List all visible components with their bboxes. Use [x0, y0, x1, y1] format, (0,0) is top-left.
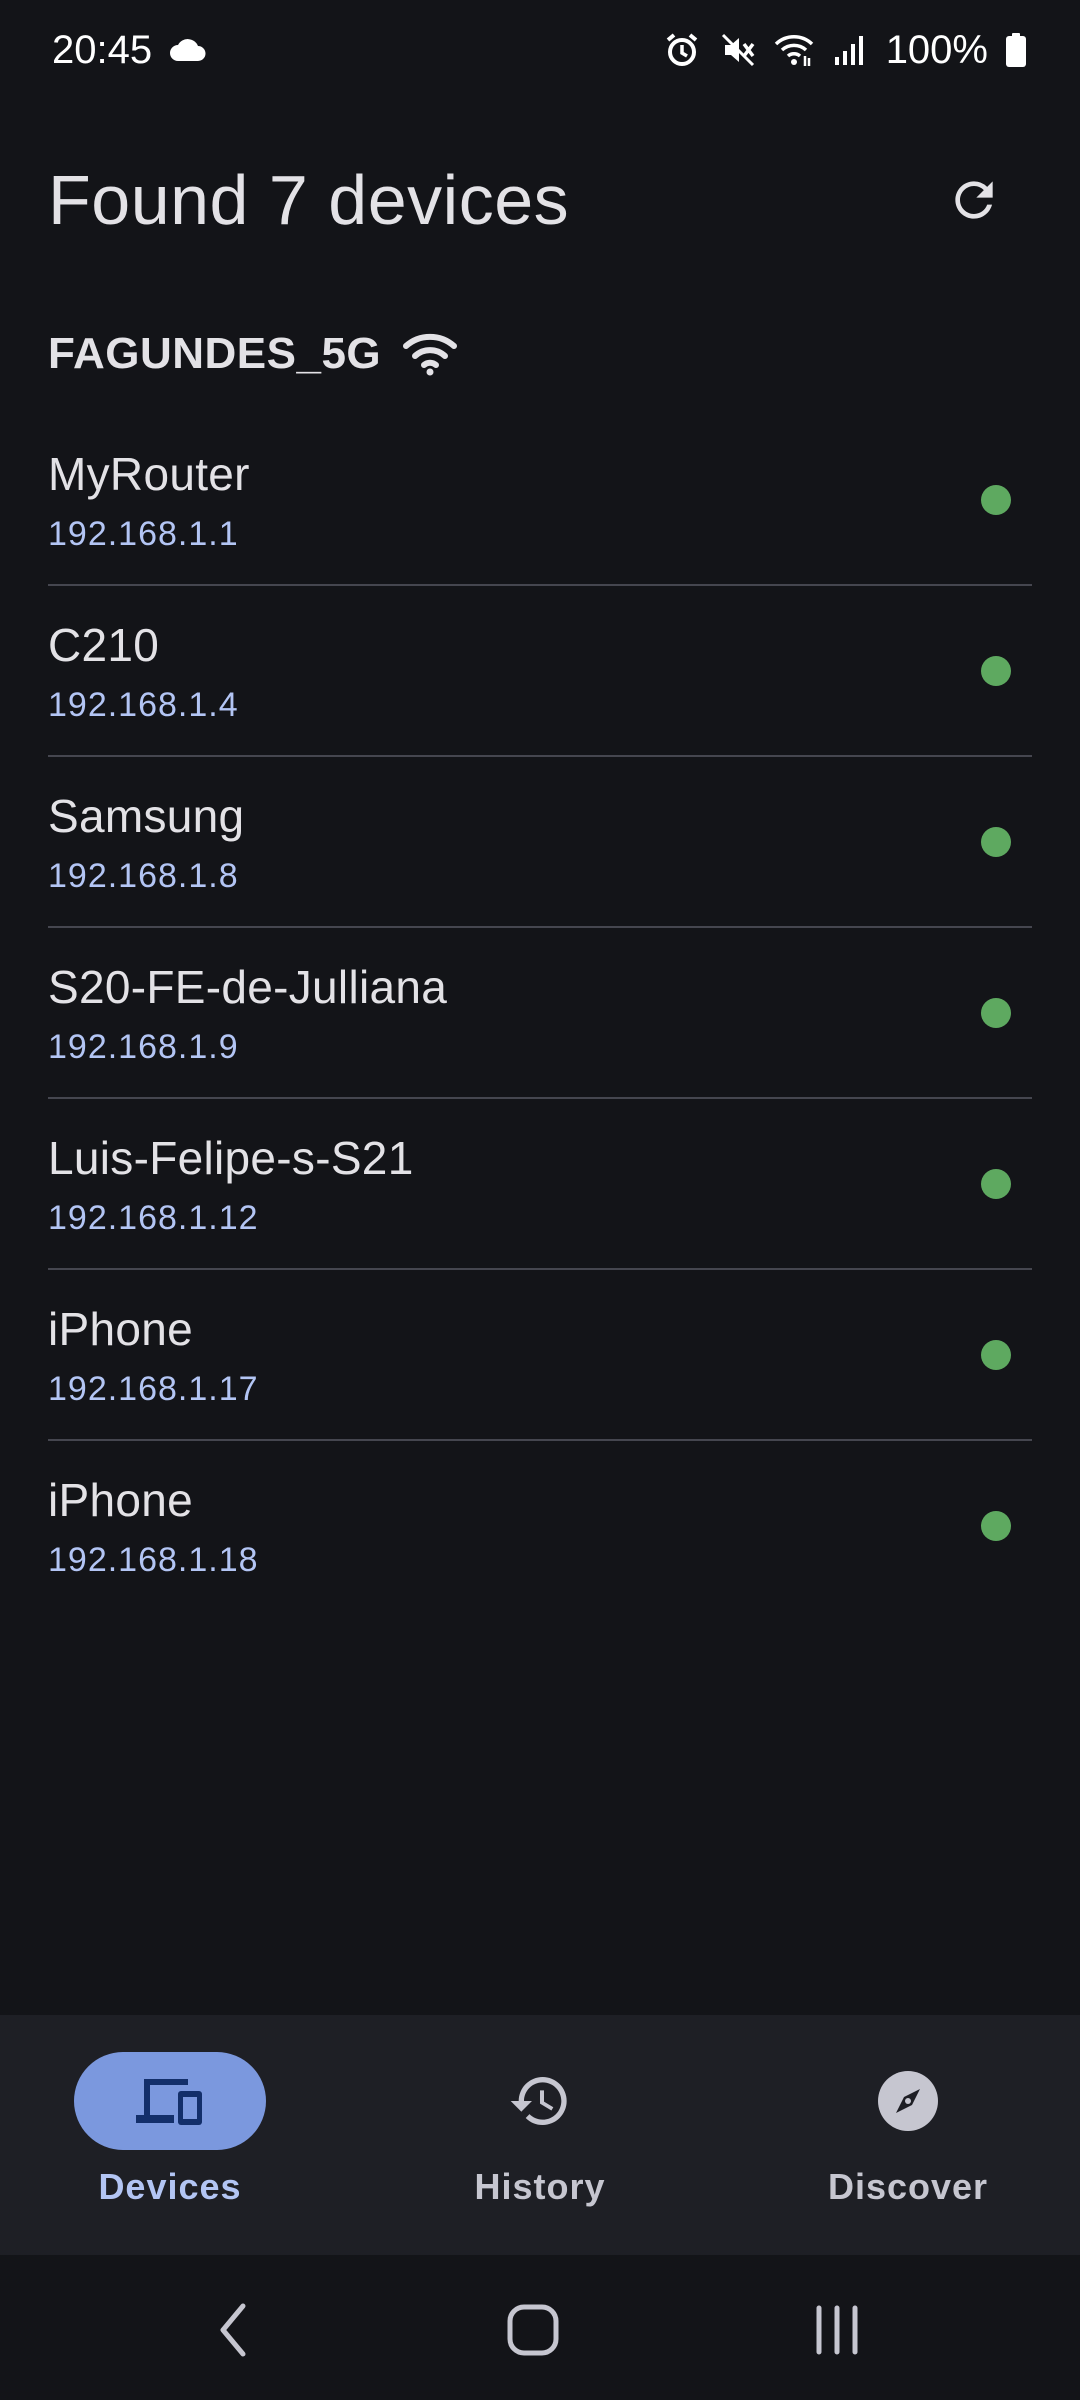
clock: 20:45: [52, 27, 153, 72]
nav-discover[interactable]: Discover: [758, 2015, 1058, 2255]
device-ip: 192.168.1.8: [48, 857, 239, 895]
device-row[interactable]: Luis-Felipe-s-S21 192.168.1.12: [48, 1099, 1032, 1270]
nav-label: Devices: [98, 2166, 242, 2207]
signal-icon: [830, 30, 870, 70]
status-left: 20:45: [52, 28, 208, 73]
online-status-dot: [981, 485, 1011, 515]
refresh-button[interactable]: [924, 150, 1024, 250]
device-name: C210: [48, 619, 160, 671]
battery-icon: [1004, 30, 1028, 70]
online-status-dot: [981, 656, 1011, 686]
history-icon: [510, 2077, 567, 2125]
device-name: Luis-Felipe-s-S21: [48, 1132, 414, 1184]
nav-active-indicator: [74, 2052, 266, 2150]
device-name: MyRouter: [48, 448, 250, 500]
recents-icon: [816, 2305, 858, 2355]
back-icon: [220, 2303, 246, 2357]
compass-icon: [878, 2071, 938, 2131]
nav-devices[interactable]: Devices: [20, 2015, 320, 2255]
refresh-icon: [955, 181, 993, 219]
device-row[interactable]: S20-FE-de-Julliana 192.168.1.9: [48, 928, 1032, 1099]
device-ip: 192.168.1.18: [48, 1541, 259, 1579]
network-header: FAGUNDES_5G: [48, 318, 458, 390]
device-ip: 192.168.1.1: [48, 515, 239, 553]
device-row[interactable]: iPhone 192.168.1.18: [48, 1441, 1032, 1612]
home-button[interactable]: [488, 2285, 578, 2375]
wifi-icon: [403, 333, 458, 376]
nav-label: History: [474, 2166, 606, 2207]
status-bar: 20:45 100%: [0, 0, 1080, 100]
device-ip: 192.168.1.17: [48, 1370, 259, 1408]
device-name: iPhone: [48, 1303, 194, 1355]
online-status-dot: [981, 1169, 1011, 1199]
network-name: FAGUNDES_5G: [48, 329, 382, 378]
online-status-dot: [981, 827, 1011, 857]
nav-pill: [812, 2052, 1004, 2150]
bottom-nav: Devices History Discover: [0, 2015, 1080, 2255]
device-ip: 192.168.1.12: [48, 1199, 259, 1237]
online-status-dot: [981, 1340, 1011, 1370]
alarm-icon: [662, 30, 702, 70]
home-icon: [507, 2304, 559, 2356]
device-ip: 192.168.1.4: [48, 686, 239, 724]
status-right: 100%: [662, 28, 1028, 73]
device-name: iPhone: [48, 1474, 194, 1526]
device-name: S20-FE-de-Julliana: [48, 961, 448, 1013]
nav-history[interactable]: History: [390, 2015, 690, 2255]
device-ip: 192.168.1.9: [48, 1028, 239, 1066]
system-nav-bar: [0, 2255, 1080, 2400]
device-row[interactable]: C210 192.168.1.4: [48, 586, 1032, 757]
device-row[interactable]: MyRouter 192.168.1.1: [48, 415, 1032, 586]
page-title: Found 7 devices: [48, 161, 570, 239]
device-name: Samsung: [48, 790, 245, 842]
recents-button[interactable]: [792, 2285, 882, 2375]
cloud-icon: [168, 30, 208, 70]
header: Found 7 devices: [48, 150, 1032, 250]
online-status-dot: [981, 1511, 1011, 1541]
nav-label: Discover: [827, 2166, 989, 2207]
nav-pill: [444, 2052, 636, 2150]
battery-percent: 100%: [885, 27, 988, 72]
wifi-icon: [774, 30, 814, 70]
mute-icon: [718, 30, 758, 70]
device-row[interactable]: Samsung 192.168.1.8: [48, 757, 1032, 928]
back-button[interactable]: [188, 2285, 278, 2375]
device-list: MyRouter 192.168.1.1 C210 192.168.1.4 Sa…: [48, 415, 1032, 1612]
online-status-dot: [981, 998, 1011, 1028]
devices-icon: [136, 2079, 202, 2125]
device-row[interactable]: iPhone 192.168.1.17: [48, 1270, 1032, 1441]
